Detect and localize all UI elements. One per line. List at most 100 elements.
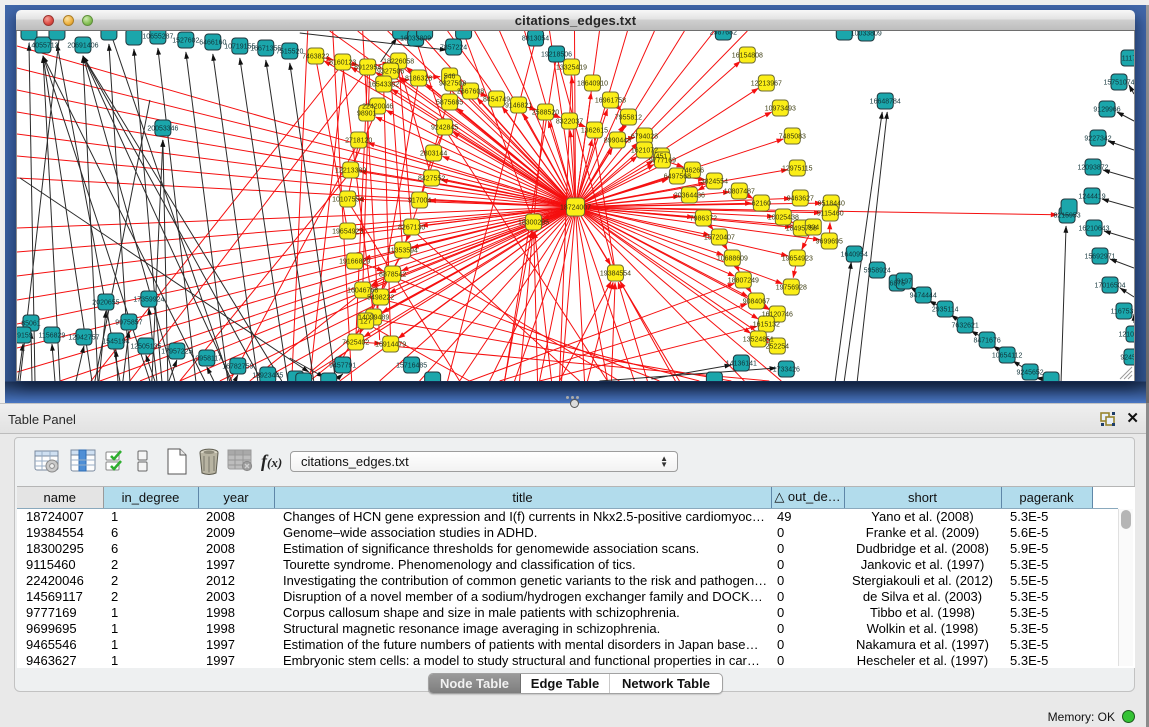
svg-text:19756928: 19756928 <box>776 284 807 291</box>
svg-text:904: 904 <box>807 224 819 231</box>
svg-text:7485083: 7485083 <box>779 133 806 140</box>
svg-text:20691406: 20691406 <box>67 42 98 49</box>
svg-text:6466160: 6466160 <box>199 39 226 46</box>
svg-text:19654923: 19654923 <box>782 255 813 262</box>
svg-text:62160: 62160 <box>752 200 772 207</box>
svg-text:10973493: 10973493 <box>765 105 796 112</box>
svg-text:7986372: 7986372 <box>690 215 717 222</box>
svg-text:10033809: 10033809 <box>851 31 882 38</box>
svg-text:8878542: 8878542 <box>379 271 406 278</box>
svg-text:7955812: 7955812 <box>615 114 642 121</box>
svg-text:12213967: 12213967 <box>751 80 782 87</box>
svg-text:7515520: 7515520 <box>276 48 303 55</box>
svg-text:1362615: 1362615 <box>581 127 608 134</box>
svg-text:10107554: 10107554 <box>332 196 363 203</box>
svg-text:9146821: 9146821 <box>505 102 532 109</box>
svg-text:14055712: 14055712 <box>27 42 58 49</box>
svg-text:15692971: 15692971 <box>1084 253 1115 260</box>
svg-text:8990448: 8990448 <box>604 137 631 144</box>
svg-text:924502: 924502 <box>1120 354 1134 361</box>
svg-text:5958924: 5958924 <box>864 267 891 274</box>
svg-text:85061: 85061 <box>21 320 41 327</box>
svg-text:7857224: 7857224 <box>440 44 467 51</box>
svg-text:1117: 1117 <box>1122 55 1134 62</box>
svg-text:7463822: 7463822 <box>302 53 329 60</box>
svg-text:7625402: 7625402 <box>342 339 369 346</box>
svg-text:9975857: 9975857 <box>115 319 142 326</box>
svg-text:9474444: 9474444 <box>910 292 937 299</box>
svg-text:39159: 39159 <box>17 332 33 339</box>
svg-text:546: 546 <box>444 73 456 80</box>
svg-text:1615132: 1615132 <box>753 321 780 328</box>
svg-text:13325419: 13325419 <box>556 64 587 71</box>
svg-text:12923445: 12923445 <box>252 372 283 379</box>
svg-text:9463627: 9463627 <box>787 195 814 202</box>
svg-text:14136141: 14136141 <box>726 360 757 367</box>
svg-text:7632621: 7632621 <box>952 322 979 329</box>
svg-text:9242845: 9242845 <box>431 124 458 131</box>
svg-text:1545194: 1545194 <box>102 338 129 345</box>
svg-text:98901: 98901 <box>357 110 377 117</box>
svg-text:9327506: 9327506 <box>377 68 404 75</box>
svg-text:15716485: 15716485 <box>396 362 427 369</box>
svg-text:10655287: 10655287 <box>142 33 173 40</box>
svg-text:12942757: 12942757 <box>68 334 99 341</box>
svg-text:1244419: 1244419 <box>1078 193 1105 200</box>
svg-text:8322037: 8322037 <box>556 118 583 125</box>
svg-text:2718120: 2718120 <box>345 137 372 144</box>
svg-text:1621072: 1621072 <box>631 147 658 154</box>
svg-text:9518440: 9518440 <box>818 200 845 207</box>
svg-text:16120746: 16120746 <box>762 311 793 318</box>
svg-text:9197: 9197 <box>896 278 912 285</box>
svg-text:2935114: 2935114 <box>932 306 959 313</box>
svg-text:16033809: 16033809 <box>400 35 431 42</box>
svg-text:12213389: 12213389 <box>335 167 366 174</box>
svg-text:10958117: 10958117 <box>192 355 223 362</box>
svg-text:18807249: 18807249 <box>728 277 759 284</box>
svg-text:16782759: 16782759 <box>222 363 253 370</box>
svg-text:16543382: 16543382 <box>368 81 399 88</box>
svg-text:18300295: 18300295 <box>518 219 549 226</box>
svg-text:127: 127 <box>360 318 372 325</box>
svg-text:10654112: 10654112 <box>992 352 1023 359</box>
svg-text:2020655: 2020655 <box>92 299 119 306</box>
svg-text:11353594: 11353594 <box>387 247 418 254</box>
svg-text:1527602: 1527602 <box>172 37 199 44</box>
svg-text:16648784: 16648784 <box>870 98 901 105</box>
svg-text:2803144: 2803144 <box>420 150 447 157</box>
svg-text:9245652: 9245652 <box>1016 369 1043 376</box>
svg-text:15751074: 15751074 <box>1103 79 1134 86</box>
svg-text:6794028: 6794028 <box>631 133 658 140</box>
svg-text:12093872: 12093872 <box>1078 164 1109 171</box>
svg-text:9457791: 9457791 <box>329 362 356 369</box>
svg-text:15720407: 15720407 <box>704 234 735 241</box>
svg-text:20053346: 20053346 <box>147 125 178 132</box>
svg-text:8160123: 8160123 <box>329 59 356 66</box>
svg-text:19384554: 19384554 <box>600 270 631 277</box>
svg-text:2987682: 2987682 <box>710 31 737 37</box>
svg-text:9084067: 9084067 <box>743 298 770 305</box>
svg-text:8427552: 8427552 <box>418 175 445 182</box>
svg-text:917004: 917004 <box>408 197 431 204</box>
svg-text:9327508: 9327508 <box>439 80 466 87</box>
svg-text:12103514: 12103514 <box>1118 331 1134 338</box>
svg-text:19654923: 19654923 <box>332 228 363 235</box>
svg-text:5498222: 5498222 <box>367 294 394 301</box>
svg-text:17016504: 17016504 <box>1094 282 1125 289</box>
svg-text:18226058: 18226058 <box>383 58 414 65</box>
svg-text:19166829: 19166829 <box>339 258 370 265</box>
svg-text:5875685: 5875685 <box>436 99 463 106</box>
svg-text:1733426: 1733426 <box>773 366 800 373</box>
svg-text:1640954: 1640954 <box>841 251 868 258</box>
svg-text:13524851: 13524851 <box>743 336 774 343</box>
svg-text:2667608: 2667608 <box>457 88 484 95</box>
svg-text:9777169: 9777169 <box>649 157 676 164</box>
svg-text:8471676: 8471676 <box>974 337 1001 344</box>
svg-text:3824554: 3824554 <box>701 178 728 185</box>
svg-text:12505135: 12505135 <box>130 343 161 350</box>
svg-text:10688609: 10688609 <box>717 255 748 262</box>
svg-text:252254: 252254 <box>766 343 789 350</box>
svg-text:16210643: 16210643 <box>1079 225 1110 232</box>
svg-text:12975115: 12975115 <box>782 165 813 172</box>
svg-text:22420046: 22420046 <box>362 103 393 110</box>
